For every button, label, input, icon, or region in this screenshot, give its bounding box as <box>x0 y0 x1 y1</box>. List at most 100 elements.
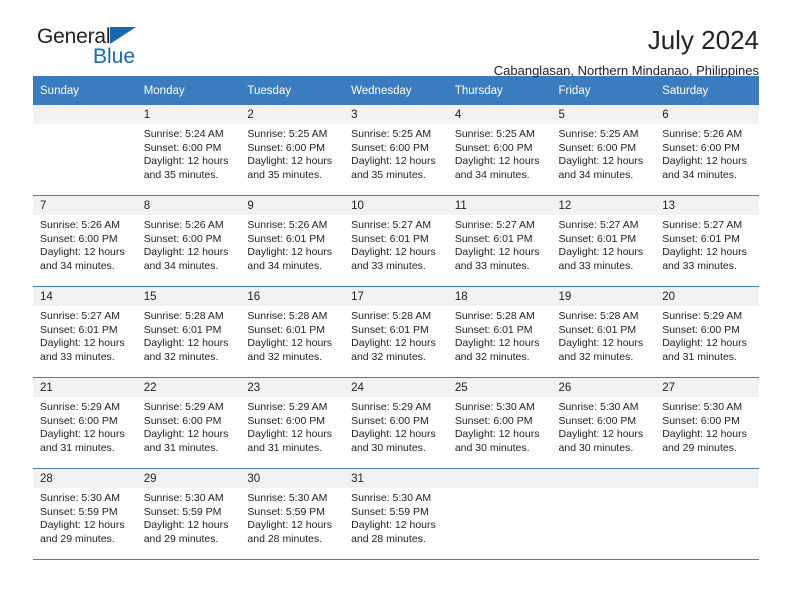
day-details: Sunrise: 5:28 AM Sunset: 6:01 PM Daylight:… <box>240 306 344 364</box>
triangle-icon <box>110 27 136 44</box>
calendar-week-row: 28 Sunrise: 5:30 AM Sunset: 5:59 PM Dayligh… <box>33 468 759 560</box>
day-details: Sunrise: 5:28 AM Sunset: 6:01 PM Daylight:… <box>344 306 448 364</box>
day-details: Sunrise: 5:25 AM Sunset: 6:00 PM Daylight:… <box>448 124 552 182</box>
daylight-text-line1: Daylight: 12 hours <box>454 428 540 441</box>
calendar-cell <box>33 105 137 196</box>
calendar-day[interactable]: 25 Sunrise: 5:30 AM Sunset: 6:00 PM Dayligh… <box>447 378 552 467</box>
calendar-cell: 17 Sunrise: 5:28 AM Sunset: 6:01 PM Dayligh… <box>344 286 448 378</box>
day-number: 20 <box>655 287 759 306</box>
sunset-text: Sunset: 6:01 PM <box>247 323 326 336</box>
daylight-text-line1: Daylight: 12 hours <box>143 155 229 168</box>
calendar-week-row: 7 Sunrise: 5:26 AM Sunset: 6:00 PM Daylight… <box>33 195 759 287</box>
calendar-day[interactable]: 13 Sunrise: 5:27 AM Sunset: 6:01 PM Dayligh… <box>655 196 759 285</box>
day-number: 15 <box>136 287 241 306</box>
sunset-text: Sunset: 6:01 PM <box>662 232 740 245</box>
calendar-day[interactable]: 24 Sunrise: 5:29 AM Sunset: 6:00 PM Dayligh… <box>344 378 448 467</box>
calendar-day[interactable]: 15 Sunrise: 5:28 AM Sunset: 6:01 PM Dayligh… <box>136 287 241 376</box>
calendar-day[interactable]: 29 Sunrise: 5:30 AM Sunset: 5:59 PM Dayligh… <box>136 469 241 558</box>
calendar-day[interactable]: 9 Sunrise: 5:26 AM Sunset: 6:01 PM Daylight… <box>240 196 345 285</box>
day-number: 25 <box>447 378 552 397</box>
day-number: 23 <box>240 378 345 397</box>
daylight-text-line2: and 29 minutes. <box>40 532 115 545</box>
daylight-text-line1: Daylight: 12 hours <box>558 246 644 259</box>
day-number: 24 <box>344 378 448 397</box>
calendar-day[interactable]: 21 Sunrise: 5:29 AM Sunset: 6:00 PM Dayligh… <box>33 378 137 467</box>
sunrise-text: Sunrise: 5:28 AM <box>247 310 328 322</box>
sunset-text: Sunset: 5:59 PM <box>40 505 118 518</box>
calendar-day[interactable]: 11 Sunrise: 5:27 AM Sunset: 6:01 PM Dayligh… <box>447 196 552 285</box>
day-details: Sunrise: 5:26 AM Sunset: 6:01 PM Daylight:… <box>240 215 344 273</box>
weekday-header-saturday: Saturday <box>655 76 759 105</box>
day-details: Sunrise: 5:30 AM Sunset: 5:59 PM Daylight:… <box>240 488 344 546</box>
calendar-day[interactable]: 14 Sunrise: 5:27 AM Sunset: 6:01 PM Dayligh… <box>33 287 137 376</box>
calendar-cell: 19 Sunrise: 5:28 AM Sunset: 6:01 PM Dayligh… <box>551 286 656 378</box>
day-number: 6 <box>655 105 759 124</box>
calendar-day[interactable]: 26 Sunrise: 5:30 AM Sunset: 6:00 PM Dayligh… <box>551 378 656 467</box>
sunrise-text: Sunrise: 5:30 AM <box>351 492 432 504</box>
daylight-text-line1: Daylight: 12 hours <box>454 155 540 168</box>
sunrise-text: Sunrise: 5:30 AM <box>40 492 120 504</box>
day-details: Sunrise: 5:30 AM Sunset: 6:00 PM Daylight:… <box>448 397 552 455</box>
calendar-day[interactable]: 23 Sunrise: 5:29 AM Sunset: 6:00 PM Dayligh… <box>240 378 345 467</box>
calendar-day[interactable]: 30 Sunrise: 5:30 AM Sunset: 5:59 PM Dayligh… <box>240 469 345 558</box>
calendar-day[interactable]: 12 Sunrise: 5:27 AM Sunset: 6:01 PM Dayligh… <box>551 196 656 285</box>
calendar-cell <box>551 468 656 560</box>
sunset-text: Sunset: 6:01 PM <box>558 232 637 245</box>
sunset-text: Sunset: 5:59 PM <box>247 505 326 518</box>
calendar-day[interactable]: 1 Sunrise: 5:24 AM Sunset: 6:00 PM Daylight… <box>136 105 241 194</box>
day-details: Sunrise: 5:26 AM Sunset: 6:00 PM Daylight:… <box>655 124 759 182</box>
day-details: Sunrise: 5:26 AM Sunset: 6:00 PM Daylight:… <box>137 215 241 273</box>
calendar-day[interactable]: 19 Sunrise: 5:28 AM Sunset: 6:01 PM Dayligh… <box>551 287 656 376</box>
calendar-day[interactable]: 3 Sunrise: 5:25 AM Sunset: 6:00 PM Daylight… <box>344 105 448 194</box>
calendar-cell: 25 Sunrise: 5:30 AM Sunset: 6:00 PM Dayligh… <box>447 377 552 469</box>
calendar-cell: 20 Sunrise: 5:29 AM Sunset: 6:00 PM Dayligh… <box>655 286 759 378</box>
calendar-day[interactable]: 5 Sunrise: 5:25 AM Sunset: 6:00 PM Daylight… <box>551 105 656 194</box>
calendar-cell: 22 Sunrise: 5:29 AM Sunset: 6:00 PM Dayligh… <box>136 377 241 469</box>
calendar-day[interactable]: 7 Sunrise: 5:26 AM Sunset: 6:00 PM Daylight… <box>33 196 137 285</box>
calendar-day[interactable]: 17 Sunrise: 5:28 AM Sunset: 6:01 PM Dayligh… <box>344 287 448 376</box>
sunrise-text: Sunrise: 5:26 AM <box>143 219 224 231</box>
calendar-day[interactable]: 10 Sunrise: 5:27 AM Sunset: 6:01 PM Dayligh… <box>344 196 448 285</box>
general-blue-logo[interactable]: General Blue <box>33 26 223 74</box>
daylight-text-line2: and 32 minutes. <box>247 350 323 363</box>
calendar-day[interactable]: 4 Sunrise: 5:25 AM Sunset: 6:00 PM Daylight… <box>447 105 552 194</box>
day-number: 26 <box>551 378 656 397</box>
day-number: 28 <box>33 469 137 488</box>
weekday-header-tuesday: Tuesday <box>240 76 345 105</box>
calendar-day[interactable]: 2 Sunrise: 5:25 AM Sunset: 6:00 PM Daylight… <box>240 105 345 194</box>
daylight-text-line2: and 29 minutes. <box>662 441 737 454</box>
calendar-day[interactable]: 6 Sunrise: 5:26 AM Sunset: 6:00 PM Daylight… <box>655 105 759 194</box>
daylight-text-line1: Daylight: 12 hours <box>40 428 125 441</box>
sunrise-text: Sunrise: 5:30 AM <box>143 492 224 504</box>
calendar-day[interactable]: 16 Sunrise: 5:28 AM Sunset: 6:01 PM Dayligh… <box>240 287 345 376</box>
day-details: Sunrise: 5:27 AM Sunset: 6:01 PM Daylight:… <box>655 215 759 273</box>
calendar-cell: 26 Sunrise: 5:30 AM Sunset: 6:00 PM Dayligh… <box>551 377 656 469</box>
calendar-day[interactable]: 31 Sunrise: 5:30 AM Sunset: 5:59 PM Dayligh… <box>344 469 448 558</box>
sunrise-text: Sunrise: 5:29 AM <box>662 310 743 322</box>
calendar-day[interactable]: 28 Sunrise: 5:30 AM Sunset: 5:59 PM Dayligh… <box>33 469 137 558</box>
sunset-text: Sunset: 6:00 PM <box>351 414 429 427</box>
calendar-day[interactable]: 27 Sunrise: 5:30 AM Sunset: 6:00 PM Dayligh… <box>655 378 759 467</box>
day-number: 4 <box>447 105 552 124</box>
day-number <box>551 469 656 488</box>
calendar-day[interactable]: 18 Sunrise: 5:28 AM Sunset: 6:01 PM Dayligh… <box>447 287 552 376</box>
daylight-text-line1: Daylight: 12 hours <box>662 337 747 350</box>
sunset-text: Sunset: 6:00 PM <box>454 141 533 154</box>
daylight-text-line1: Daylight: 12 hours <box>143 519 229 532</box>
daylight-text-line1: Daylight: 12 hours <box>454 337 540 350</box>
daylight-text-line1: Daylight: 12 hours <box>454 246 540 259</box>
sunrise-text: Sunrise: 5:28 AM <box>143 310 224 322</box>
calendar-day[interactable]: 22 Sunrise: 5:29 AM Sunset: 6:00 PM Dayligh… <box>136 378 241 467</box>
calendar-day[interactable]: 20 Sunrise: 5:29 AM Sunset: 6:00 PM Dayligh… <box>655 287 759 376</box>
day-number: 9 <box>240 196 345 215</box>
logo-text-blue: Blue <box>93 45 136 68</box>
daylight-text-line2: and 30 minutes. <box>454 441 530 454</box>
day-details: Sunrise: 5:27 AM Sunset: 6:01 PM Daylight:… <box>33 306 137 364</box>
day-details: Sunrise: 5:27 AM Sunset: 6:01 PM Daylight:… <box>552 215 656 273</box>
calendar-day[interactable]: 8 Sunrise: 5:26 AM Sunset: 6:00 PM Daylight… <box>136 196 241 285</box>
daylight-text-line2: and 34 minutes. <box>662 168 737 181</box>
sunrise-text: Sunrise: 5:26 AM <box>40 219 120 231</box>
day-number: 11 <box>447 196 552 215</box>
day-number: 27 <box>655 378 759 397</box>
daylight-text-line2: and 32 minutes. <box>143 350 219 363</box>
